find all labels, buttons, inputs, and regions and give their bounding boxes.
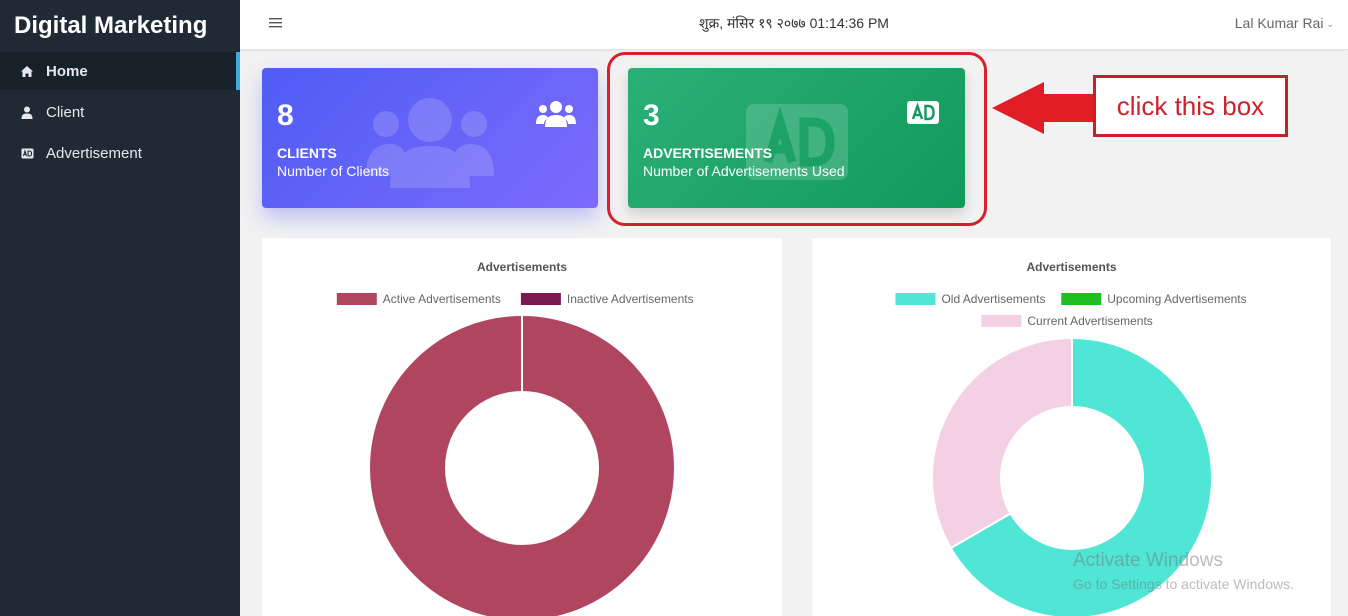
legend-swatch [336,293,377,305]
active-ads-chart-panel: Advertisements Active Advertisements Inact… [262,238,782,616]
sidebar-item-label: Home [46,62,88,80]
slice-active-advertisements[interactable] [370,316,674,616]
windows-activation-watermark: Activate Windows Go to Settings to activ… [1073,550,1294,592]
chart-title: Advertisements [477,260,567,274]
sidebar-item-label: Advertisement [46,144,142,162]
clients-subtitle: Number of Clients [277,163,390,179]
legend-label: Upcoming Advertisements [1107,292,1246,306]
legend-item[interactable]: Old Advertisements [895,292,1045,306]
user-menu[interactable]: Lal Kumar Rai ⌄ [1235,15,1334,31]
sidebar-item-home[interactable]: Home [0,52,240,90]
user-icon [20,105,34,119]
topbar: शुक्र, मंसिर १९ २०७७ 01:14:36 PM Lal Kum… [240,0,1348,50]
legend-swatch [520,293,561,305]
sidebar-item-advertisement[interactable]: Advertisement [0,134,240,172]
legend-swatch [981,315,1022,327]
instruction-callout: click this box [1093,75,1288,137]
sidebar: Digital Marketing Home Client Advertisem… [0,0,240,616]
arrow-left-icon [992,82,1094,134]
legend-label: Active Advertisements [383,292,501,306]
clients-card[interactable]: 8 CLIENTS Number of Clients [262,68,598,208]
legend-label: Old Advertisements [941,292,1045,306]
slice-current-advertisements[interactable] [931,336,1073,550]
legend-item[interactable]: Upcoming Advertisements [1061,292,1247,306]
ad-icon [20,146,34,160]
legend-item[interactable]: Inactive Advertisements [520,292,694,306]
current-datetime: शुक्र, मंसिर १९ २०७७ 01:14:36 PM [699,15,889,31]
user-name: Lal Kumar Rai [1234,15,1324,31]
chevron-down-icon: ⌄ [1326,18,1334,29]
clients-title: CLIENTS [277,145,337,161]
highlight-box [607,52,987,226]
sidebar-item-client[interactable]: Client [0,93,240,131]
brand-title[interactable]: Digital Marketing [0,0,240,52]
legend-swatch [895,293,936,305]
active-ads-chart: Advertisements Active Advertisements Inact… [336,260,694,616]
chart-title: Advertisements [1026,260,1116,274]
sidebar-item-label: Client [46,103,85,121]
legend-item[interactable]: Current Advertisements [981,314,1153,328]
home-icon [20,64,34,78]
legend-swatch [1061,293,1102,305]
clients-count: 8 [277,99,294,132]
legend-label: Inactive Advertisements [567,292,694,306]
legend-item[interactable]: Active Advertisements [336,292,501,306]
watermark-subtitle: Go to Settings to activate Windows. [1073,576,1294,592]
legend-label: Current Advertisements [1027,314,1152,328]
watermark-title: Activate Windows [1073,550,1223,571]
users-icon [536,101,576,127]
